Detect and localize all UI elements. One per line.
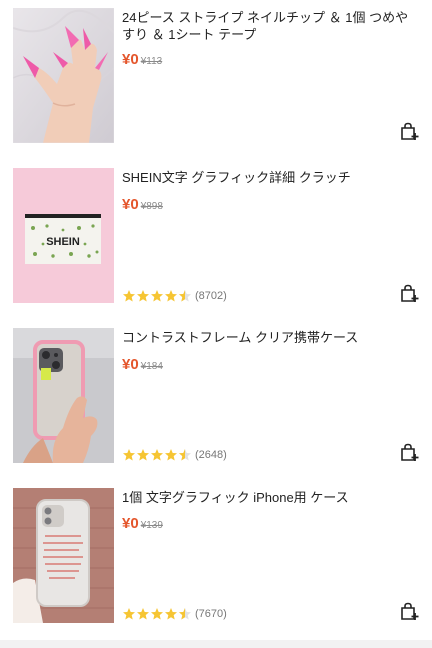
clutch-print-text: SHEIN [46, 236, 80, 248]
product-title[interactable]: コントラストフレーム クリア携帯ケース [122, 329, 412, 346]
star-rating [122, 448, 192, 462]
star-half-icon [179, 290, 191, 302]
product-card[interactable]: SHEIN SHEIN文字 グラフィック詳細 クラッチ ¥0 ¥898 (8702… [0, 160, 432, 320]
review-count: (2648) [195, 449, 227, 461]
price-row: ¥0 ¥184 [122, 356, 163, 376]
add-to-cart-icon[interactable] [400, 602, 419, 621]
star-icon [137, 608, 149, 620]
rating: (8702) [122, 288, 227, 304]
price-row: ¥0 ¥113 [122, 51, 162, 71]
star-half-icon [179, 608, 191, 620]
original-price: ¥184 [140, 361, 163, 372]
star-icon [165, 290, 177, 302]
sale-price: ¥0 [122, 356, 139, 373]
review-count: (8702) [195, 290, 227, 302]
add-to-cart-icon[interactable] [400, 122, 419, 141]
sale-price: ¥0 [122, 515, 139, 532]
review-count: (7670) [195, 608, 227, 620]
original-price: ¥113 [140, 56, 163, 67]
price-row: ¥0 ¥139 [122, 515, 163, 535]
add-to-cart-icon[interactable] [400, 443, 419, 462]
star-icon [151, 290, 163, 302]
product-card[interactable]: コントラストフレーム クリア携帯ケース ¥0 ¥184 (2648) [0, 320, 432, 480]
sale-price: ¥0 [122, 196, 139, 213]
product-title[interactable]: 1個 文字グラフィック iPhone用 ケース [122, 489, 412, 506]
product-title[interactable]: SHEIN文字 グラフィック詳細 クラッチ [122, 169, 412, 186]
product-card[interactable]: 24ピース ストライプ ネイルチップ ＆ 1個 つめやすり ＆ 1シート テープ… [0, 0, 432, 160]
rating: (7670) [122, 606, 227, 622]
star-rating [122, 289, 192, 303]
add-to-cart-icon[interactable] [400, 284, 419, 303]
product-image-clutch[interactable]: SHEIN [13, 168, 114, 303]
star-icon [165, 608, 177, 620]
product-card[interactable]: 1個 文字グラフィック iPhone用 ケース ¥0 ¥139 (7670) [0, 480, 432, 640]
sale-price: ¥0 [122, 51, 139, 68]
product-image-phone-case[interactable] [13, 328, 114, 463]
star-icon [137, 449, 149, 461]
price-row: ¥0 ¥898 [122, 196, 163, 216]
product-image-iphone-case[interactable] [13, 488, 114, 623]
original-price: ¥898 [140, 201, 163, 212]
star-icon [165, 449, 177, 461]
original-price: ¥139 [140, 520, 163, 531]
star-icon [151, 608, 163, 620]
product-image-nail-tips[interactable] [13, 8, 114, 143]
star-icon [123, 290, 135, 302]
star-icon [123, 449, 135, 461]
rating: (2648) [122, 447, 227, 463]
star-icon [137, 290, 149, 302]
product-title[interactable]: 24ピース ストライプ ネイルチップ ＆ 1個 つめやすり ＆ 1シート テープ [122, 9, 412, 43]
star-half-icon [179, 449, 191, 461]
star-rating [122, 607, 192, 621]
star-icon [123, 608, 135, 620]
bottom-divider [0, 640, 432, 648]
star-icon [151, 449, 163, 461]
